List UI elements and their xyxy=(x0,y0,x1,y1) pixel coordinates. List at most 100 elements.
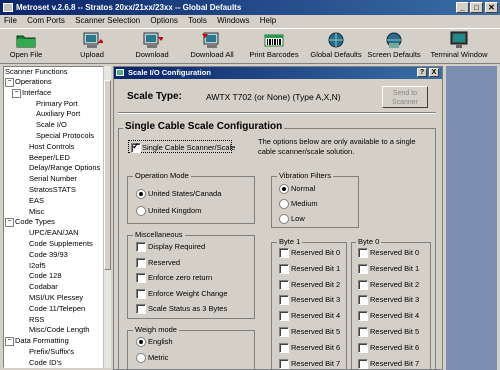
tree-item-upc-ean-jan[interactable]: UPC/EAN/JAN xyxy=(29,228,79,238)
vibration-option-label: Medium xyxy=(291,199,318,208)
upload-button[interactable]: Upload xyxy=(70,29,114,63)
tree-item-host-controls[interactable]: Host Controls xyxy=(29,142,74,152)
workspace-background xyxy=(446,66,497,370)
download-all-button[interactable]: Download All xyxy=(188,29,236,63)
byte1-option-label: Reserved Bit 6 xyxy=(291,342,341,352)
menu-windows[interactable]: Windows xyxy=(217,16,249,25)
tree-item-stratosstats[interactable]: StratosSTATS xyxy=(29,185,76,195)
menu-options[interactable]: Options xyxy=(150,16,178,25)
close-button[interactable]: ✕ xyxy=(485,2,498,13)
byte1-option-label: Reserved Bit 1 xyxy=(291,263,341,273)
dialog-title: Scale I/O Configuration xyxy=(114,67,442,79)
tree-item-scale-i-o[interactable]: Scale I/O xyxy=(36,120,67,130)
dialog-close-button[interactable]: X xyxy=(429,68,439,77)
byte1-checkbox-4[interactable] xyxy=(279,311,289,322)
tree-scroll-thumb[interactable] xyxy=(104,80,111,270)
menu-com-ports[interactable]: Com Ports xyxy=(27,16,65,25)
tree-item-code-128[interactable]: Code 128 xyxy=(29,271,62,281)
weigh_mode-option-label: English xyxy=(148,337,173,346)
operation_mode-radio-0[interactable] xyxy=(136,189,146,199)
tree-item-code-types[interactable]: Code Types xyxy=(15,217,55,227)
tree-item-i2of5[interactable]: I2of5 xyxy=(29,261,46,271)
misc-checkbox-0[interactable] xyxy=(136,242,146,252)
tree-item-serial-number[interactable]: Serial Number xyxy=(29,174,77,184)
byte1-checkbox-6[interactable] xyxy=(279,342,289,353)
tree-collapse-icon[interactable]: − xyxy=(5,218,14,228)
tree-item-primary-port[interactable]: Primary Port xyxy=(36,99,78,109)
tree-item-codabar[interactable]: Codabar xyxy=(29,282,58,292)
tree-item-interface[interactable]: Interface xyxy=(22,88,51,98)
byte0-checkbox-1[interactable] xyxy=(358,263,368,274)
tree-item-code-11-telepen[interactable]: Code 11/Telepen xyxy=(29,304,85,314)
menu-tools[interactable]: Tools xyxy=(188,16,207,25)
byte0-checkbox-0[interactable] xyxy=(358,248,368,258)
byte0-checkbox-7[interactable] xyxy=(358,358,368,369)
tree-root[interactable]: Scanner Functions xyxy=(5,67,68,77)
tree-item-misc[interactable]: Misc xyxy=(29,207,44,217)
dialog-help-button[interactable]: ? xyxy=(417,68,427,77)
screen-defaults-button[interactable]: Screen Defaults xyxy=(366,29,422,63)
tree-item-eas[interactable]: EAS xyxy=(29,196,44,206)
folder-icon xyxy=(15,31,37,49)
tree-item-misc-code-length[interactable]: Misc/Code Length xyxy=(29,325,89,335)
byte1-checkbox-1[interactable] xyxy=(279,263,289,274)
misc-option-label: Enforce zero return xyxy=(148,273,213,282)
tree-item-rss[interactable]: RSS xyxy=(29,315,44,325)
tree-collapse-icon[interactable]: − xyxy=(12,88,21,98)
vibration-radio-0[interactable] xyxy=(279,184,289,194)
single-cable-checkbox[interactable]: ✓ xyxy=(131,141,141,153)
misc-checkbox-2[interactable] xyxy=(136,273,146,283)
tree-item-code-id-s[interactable]: Code ID's xyxy=(29,358,62,367)
minimize-button[interactable]: _ xyxy=(456,2,469,13)
window-title: Metroset v.2.6.8 -- Stratos 20xx/21xx/23… xyxy=(16,3,242,12)
misc-checkbox-4[interactable] xyxy=(136,304,146,314)
byte1-option-label: Reserved Bit 0 xyxy=(291,248,341,257)
tree-item-auxiliary-port[interactable]: Auxiliary Port xyxy=(36,109,80,119)
download-button[interactable]: Download xyxy=(128,29,176,63)
byte1-checkbox-2[interactable] xyxy=(279,279,289,290)
tree-item-special-protocols[interactable]: Special Protocols xyxy=(36,131,94,141)
operation_mode-radio-1[interactable] xyxy=(136,206,146,216)
menu-help[interactable]: Help xyxy=(260,16,276,25)
byte0-checkbox-3[interactable] xyxy=(358,295,368,306)
weigh_mode-radio-1[interactable] xyxy=(136,353,146,363)
byte0-checkbox-5[interactable] xyxy=(358,327,368,337)
tree-item-prefix-suffix-s[interactable]: Prefix/Suffix's xyxy=(29,347,74,357)
open-file-button[interactable]: Open File xyxy=(4,29,48,63)
byte1-option-label: Reserved Bit 5 xyxy=(291,327,341,336)
misc-checkbox-1[interactable] xyxy=(136,257,146,268)
weigh_mode-radio-0[interactable] xyxy=(136,337,146,347)
print-barcodes-button[interactable]: Print Barcodes xyxy=(248,29,300,63)
misc-option-label: Enforce Weight Change xyxy=(148,288,228,298)
tree-item-data-formatting[interactable]: Data Formatting xyxy=(15,336,69,346)
tree-collapse-icon[interactable]: − xyxy=(5,78,14,87)
byte1-checkbox-7[interactable] xyxy=(279,358,289,369)
tree-item-code-39-93[interactable]: Code 39/93 xyxy=(29,250,68,260)
tree-collapse-icon[interactable]: − xyxy=(5,337,14,347)
globe-icon xyxy=(325,31,347,49)
tree-item-msi-uk-plessey[interactable]: MSI/UK Plessey xyxy=(29,293,83,303)
misc-checkbox-3[interactable] xyxy=(136,288,146,299)
tree-item-delay-range-options[interactable]: Delay/Range Options xyxy=(29,163,100,173)
maximize-button[interactable]: □ xyxy=(470,2,483,13)
menu-scanner-selection[interactable]: Scanner Selection xyxy=(75,16,140,25)
app-icon xyxy=(3,3,13,12)
global-defaults-button[interactable]: Global Defaults xyxy=(310,29,362,63)
byte0-checkbox-2[interactable] xyxy=(358,279,368,290)
vibration-filters-title: Vibration Filters xyxy=(277,171,333,180)
vibration-radio-2[interactable] xyxy=(279,214,289,224)
byte1-checkbox-0[interactable] xyxy=(279,248,289,258)
byte0-checkbox-4[interactable] xyxy=(358,311,368,322)
vibration-radio-1[interactable] xyxy=(279,199,289,209)
menu-file[interactable]: File xyxy=(4,16,17,25)
tree-item-code-supplements[interactable]: Code Supplements xyxy=(29,239,93,249)
byte0-option-label: Reserved Bit 7 xyxy=(370,358,420,368)
tree-item-operations[interactable]: Operations xyxy=(15,77,52,87)
send-to-scanner-button[interactable]: Send to Scanner xyxy=(382,86,428,108)
byte0-option-label: Reserved Bit 4 xyxy=(370,311,420,321)
byte1-checkbox-5[interactable] xyxy=(279,327,289,337)
terminal-window-button[interactable]: Terminal Window xyxy=(430,29,488,63)
byte0-checkbox-6[interactable] xyxy=(358,342,368,353)
byte1-checkbox-3[interactable] xyxy=(279,295,289,306)
tree-item-beeper-led[interactable]: Beeper/LED xyxy=(29,153,70,163)
